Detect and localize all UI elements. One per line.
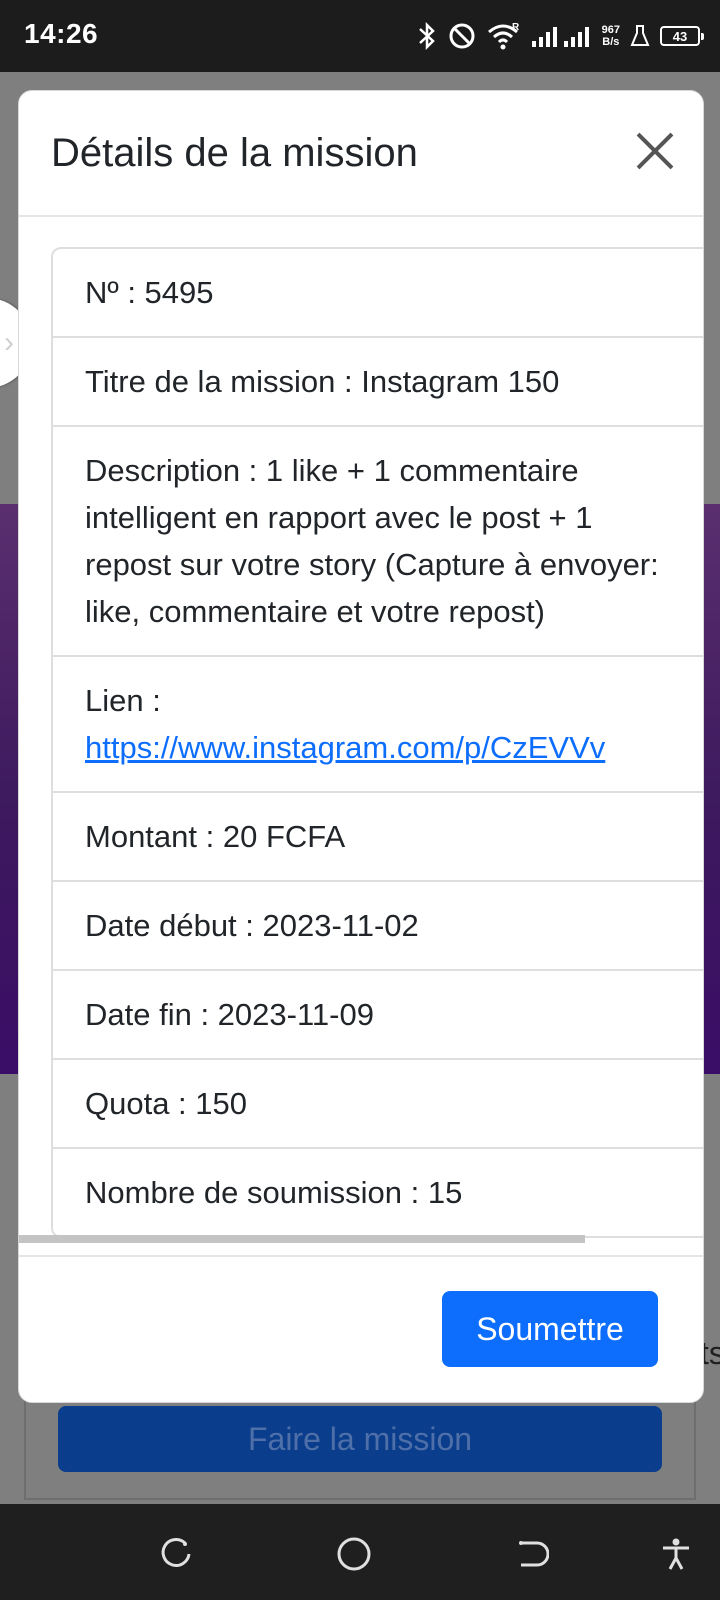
detail-link: Lien : https://www.instagram.com/p/CzEVV…	[53, 657, 703, 793]
scrollbar-thumb[interactable]	[19, 1235, 585, 1243]
status-icons: R 967 B/s 43	[416, 18, 704, 54]
mission-details-modal: Détails de la mission Nº : 5495 Titre de…	[18, 90, 704, 1403]
mission-details-list: Nº : 5495 Titre de la mission : Instagra…	[51, 247, 703, 1238]
network-speed: 967 B/s	[602, 24, 620, 48]
status-time: 14:26	[24, 18, 99, 49]
back-icon[interactable]	[512, 1534, 552, 1574]
modal-title: Détails de la mission	[51, 131, 418, 175]
wifi-icon: R	[486, 22, 520, 50]
detail-submission-count: Nombre de soumission : 15	[85, 1175, 463, 1210]
do-mission-button[interactable]: Faire la mission	[58, 1406, 662, 1472]
accessibility-icon[interactable]	[656, 1534, 696, 1574]
detail-start-date: Date début : 2023-11-02	[53, 882, 703, 971]
mission-link[interactable]: https://www.instagram.com/p/CzEVVv	[85, 724, 685, 771]
detail-end-date: Date fin : 2023-11-09	[53, 971, 703, 1060]
navigation-bar	[0, 1504, 720, 1600]
signal-icon	[530, 23, 592, 49]
chevron-right-icon: ›	[4, 326, 14, 359]
detail-description: Description : 1 like + 1 commentaire int…	[53, 427, 703, 657]
detail-number: Nº : 5495	[53, 249, 703, 338]
network-speed-value: 967	[601, 24, 620, 36]
battery-icon: 43	[660, 26, 704, 46]
home-icon[interactable]	[334, 1534, 374, 1574]
submit-button[interactable]: Soumettre	[442, 1291, 658, 1367]
network-speed-unit: B/s	[602, 36, 620, 48]
battery-level: 43	[672, 28, 688, 44]
detail-amount: Montant : 20 FCFA	[53, 793, 703, 882]
close-icon[interactable]	[635, 131, 675, 171]
modal-header: Détails de la mission	[19, 91, 703, 217]
do-not-disturb-icon	[448, 22, 476, 50]
detail-link-label: Lien :	[85, 683, 161, 718]
footer-divider	[19, 1255, 703, 1257]
flask-icon	[630, 24, 650, 48]
detail-quota: Quota : 150	[53, 1060, 703, 1149]
signal-badge: R	[512, 22, 520, 33]
horizontal-scrollbar[interactable]	[19, 1235, 703, 1243]
bluetooth-icon	[416, 21, 438, 51]
recents-icon[interactable]	[156, 1534, 196, 1574]
detail-title: Titre de la mission : Instagram 150	[53, 338, 703, 427]
status-bar: 14:26 R 967 B/s 43	[0, 0, 720, 72]
